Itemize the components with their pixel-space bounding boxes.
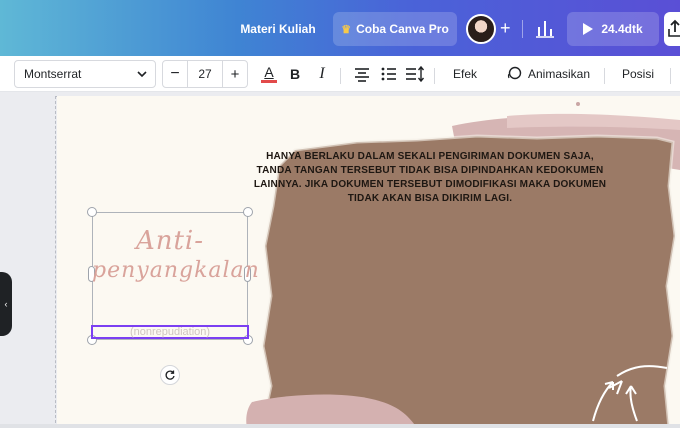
try-canva-pro-button[interactable]: ♛ Coba Canva Pro [333,12,457,46]
crown-icon: ♛ [341,23,352,36]
top-bar: Materi Kuliah ♛ Coba Canva Pro + 24.4dtk [0,0,680,56]
font-size-decrease-button[interactable]: − [162,60,188,88]
script-title[interactable]: Anti- penyangkalan [92,226,260,286]
animate-button[interactable]: Animasikan [500,62,596,86]
divider [604,68,605,84]
bullet-list-icon[interactable] [379,62,399,86]
divider [670,68,671,84]
collapse-panel-button[interactable]: ‹ [0,272,12,336]
resize-handle-top-right[interactable] [243,207,253,217]
present-duration: 24.4dtk [601,22,643,36]
effects-button[interactable]: Efek [446,62,484,86]
animate-icon [507,66,522,80]
align-center-icon[interactable] [352,62,372,86]
try-canva-pro-label: Coba Canva Pro [356,22,449,36]
divider [522,20,523,38]
text-toolbar: Montserrat − 27 + A B I Efek Animasikan [0,56,680,92]
paper-body-text[interactable]: HANYA BERLAKU DALAM SEKALI PENGIRIMAN DO… [250,150,610,206]
text-color-swatch [261,80,277,83]
font-family-select[interactable]: Montserrat [14,60,156,88]
position-button[interactable]: Posisi [616,62,660,86]
divider [434,68,435,84]
play-icon [583,23,594,35]
present-button[interactable]: 24.4dtk [567,12,659,46]
text-color-button[interactable]: A [258,62,280,86]
avatar[interactable] [466,14,496,44]
text-color-letter: A [264,64,274,80]
document-title[interactable]: Materi Kuliah [230,12,326,46]
italic-button[interactable]: I [312,62,332,86]
subtitle-text[interactable]: (nonrepudiation) [91,326,249,338]
chevron-down-icon [137,71,147,78]
font-size-increase-button[interactable]: + [222,60,248,88]
font-family-value: Montserrat [24,67,82,81]
rotate-icon [165,370,175,380]
page-border [55,96,56,428]
font-size-input[interactable]: 27 [187,60,223,88]
script-title-line2: penyangkalan [92,258,260,283]
bold-button[interactable]: B [285,62,305,86]
script-title-line1: Anti- [135,226,205,256]
divider [340,68,341,84]
resize-handle-top-left[interactable] [87,207,97,217]
analytics-icon[interactable] [533,17,557,39]
rotate-button[interactable] [160,365,180,385]
line-spacing-icon[interactable] [404,62,426,86]
horizontal-scrollbar[interactable] [0,424,680,428]
share-icon [668,19,680,37]
animate-label: Animasikan [527,67,591,81]
add-collaborator-button[interactable]: + [500,18,511,39]
share-button[interactable] [664,12,680,46]
